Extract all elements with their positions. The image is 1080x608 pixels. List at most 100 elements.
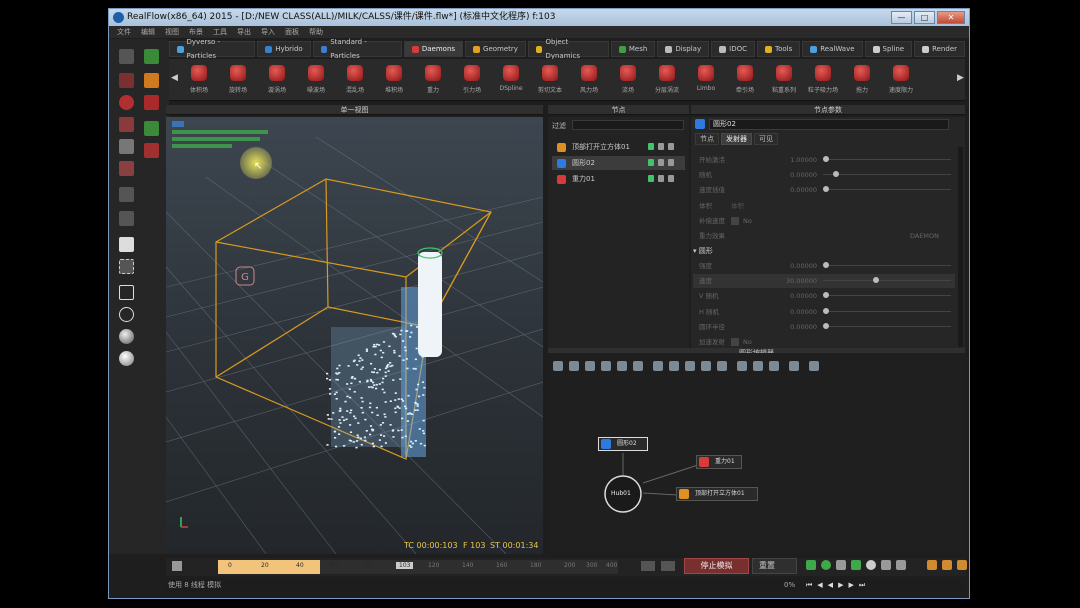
- minimize-button[interactable]: —: [891, 11, 912, 24]
- param-slider[interactable]: [823, 308, 951, 314]
- graph-tool-icon[interactable]: [569, 361, 579, 371]
- shelf-item[interactable]: 拖力: [844, 62, 880, 100]
- shelf-item[interactable]: 剪切文本: [532, 62, 568, 100]
- tool-icon[interactable]: [957, 560, 967, 570]
- shelf-item[interactable]: 引力场: [454, 62, 490, 100]
- reset-sim-icon[interactable]: [851, 560, 861, 570]
- slider-knob[interactable]: [823, 186, 829, 192]
- 3d-viewport[interactable]: G ↖ TC 00:00:103 F 103 ST 00:01:34: [166, 117, 543, 554]
- param-row[interactable]: 重力效果 DAEMON: [693, 229, 955, 243]
- tab-tools[interactable]: Tools: [756, 41, 801, 57]
- graph-tool-icon[interactable]: [701, 361, 711, 371]
- menu-view[interactable]: 视图: [165, 26, 179, 38]
- graph-tool-icon[interactable]: [633, 361, 643, 371]
- cube-solid-icon[interactable]: [119, 237, 134, 252]
- param-slider[interactable]: [823, 171, 951, 177]
- keyframe-icon[interactable]: [641, 561, 655, 571]
- shelf-item[interactable]: 噪波场: [298, 62, 334, 100]
- tab-hybrido[interactable]: Hybrido: [257, 41, 311, 57]
- node-row-circle[interactable]: 圆形02: [552, 156, 685, 170]
- link-icon[interactable]: [119, 161, 134, 176]
- shelf-item[interactable]: 分层涡流: [649, 62, 685, 100]
- visible-toggle-icon[interactable]: [668, 143, 674, 150]
- tab-realwave[interactable]: RealWave: [802, 41, 863, 57]
- move-tool-icon[interactable]: [119, 73, 134, 88]
- tab-dyverso[interactable]: Dyverso - Particles: [169, 38, 256, 60]
- tab-geometry[interactable]: Geometry: [465, 41, 526, 57]
- settings-icon[interactable]: [881, 560, 891, 570]
- param-row[interactable]: 随机 0.00000: [693, 168, 955, 182]
- subtab-emitter[interactable]: 发射器: [721, 133, 752, 145]
- graph-tool-icon[interactable]: [685, 361, 695, 371]
- param-row[interactable]: 体积 体积: [693, 199, 955, 213]
- shelf-item[interactable]: DSpline: [493, 62, 529, 100]
- slider-knob[interactable]: [873, 277, 880, 283]
- rotate-tool-icon[interactable]: [119, 95, 134, 110]
- param-slider[interactable]: [823, 323, 951, 329]
- node-row-box[interactable]: 顶部打开立方体01: [552, 140, 685, 154]
- visible-toggle-icon[interactable]: [668, 159, 674, 166]
- play-sim-icon[interactable]: [806, 560, 816, 570]
- graph-tool-icon[interactable]: [653, 361, 663, 371]
- save-icon[interactable]: [144, 121, 159, 136]
- graph-tool-icon[interactable]: [789, 361, 799, 371]
- tab-display[interactable]: Display: [657, 41, 710, 57]
- graph-editor[interactable]: Hub01 圆形02 重力01 顶部打开立方体01: [548, 353, 965, 554]
- pencil-icon[interactable]: [144, 49, 159, 64]
- shelf-item[interactable]: 风力场: [571, 62, 607, 100]
- shelf-item[interactable]: 混乱场: [337, 62, 373, 100]
- graph-tool-icon[interactable]: [753, 361, 763, 371]
- lock-toggle-icon[interactable]: [658, 159, 664, 166]
- shelf-item[interactable]: 速度限力: [883, 62, 919, 100]
- menu-import[interactable]: 导入: [261, 26, 275, 38]
- edit-toggle-icon[interactable]: [648, 143, 654, 150]
- shelf-item[interactable]: 漩涡场: [259, 62, 295, 100]
- hub-node[interactable]: Hub01: [611, 490, 631, 497]
- shelf-item[interactable]: 牵引场: [727, 62, 763, 100]
- cache-icon[interactable]: [836, 560, 846, 570]
- playback-controls[interactable]: ⏮◀◀▶▶⏭: [806, 579, 870, 592]
- menu-help[interactable]: 帮助: [309, 26, 323, 38]
- node-row-gravity[interactable]: 重力01: [552, 172, 685, 186]
- shelf-item[interactable]: Limbo: [688, 62, 724, 100]
- graph-tool-icon[interactable]: [601, 361, 611, 371]
- param-row[interactable]: 补偿速度 No: [693, 214, 955, 228]
- graph-tool-icon[interactable]: [769, 361, 779, 371]
- param-row[interactable]: H 随机 0.00000: [693, 305, 955, 319]
- shelf-right-arrow-icon[interactable]: ▶: [957, 73, 964, 83]
- params-scrollbar[interactable]: [958, 147, 963, 347]
- shelf-item[interactable]: 体积场: [181, 62, 217, 100]
- shelf-item[interactable]: 重力: [415, 62, 451, 100]
- visible-toggle-icon[interactable]: [668, 175, 674, 182]
- section-header-circle[interactable]: ▾ 圆形: [693, 246, 713, 256]
- param-slider[interactable]: [823, 292, 951, 298]
- slider-knob[interactable]: [823, 308, 829, 314]
- checkbox[interactable]: [731, 338, 739, 346]
- tab-idoc[interactable]: IDOC: [711, 41, 755, 57]
- cube-wire-icon[interactable]: [119, 285, 134, 300]
- graph-tool-icon[interactable]: [669, 361, 679, 371]
- slider-knob[interactable]: [823, 156, 829, 162]
- tab-mesh[interactable]: Mesh: [610, 41, 656, 57]
- param-row[interactable]: 速度插值 0.00000: [693, 183, 955, 197]
- shelf-item[interactable]: 旋转场: [220, 62, 256, 100]
- node-name-field[interactable]: 圆形02: [709, 119, 949, 130]
- slider-knob[interactable]: [823, 292, 829, 298]
- eye-icon[interactable]: [866, 560, 876, 570]
- timeline-range[interactable]: [218, 560, 321, 574]
- shelf-item[interactable]: 流场: [610, 62, 646, 100]
- menu-panels[interactable]: 面板: [285, 26, 299, 38]
- keyframe-icon[interactable]: [661, 561, 675, 571]
- sphere-smooth-icon[interactable]: [119, 351, 134, 366]
- param-slider[interactable]: [823, 277, 951, 283]
- shelf-left-arrow-icon[interactable]: ◀: [171, 73, 178, 83]
- lock-toggle-icon[interactable]: [658, 175, 664, 182]
- slider-knob[interactable]: [823, 262, 829, 268]
- sim-step-icon[interactable]: [821, 560, 831, 570]
- param-row[interactable]: 加速发射 No: [693, 335, 955, 349]
- slider-knob[interactable]: [832, 171, 839, 177]
- slider-knob[interactable]: [823, 323, 829, 329]
- graph-tool-icon[interactable]: [617, 361, 627, 371]
- param-row[interactable]: 开始激活 1.00000: [693, 153, 955, 167]
- graph-tool-icon[interactable]: [809, 361, 819, 371]
